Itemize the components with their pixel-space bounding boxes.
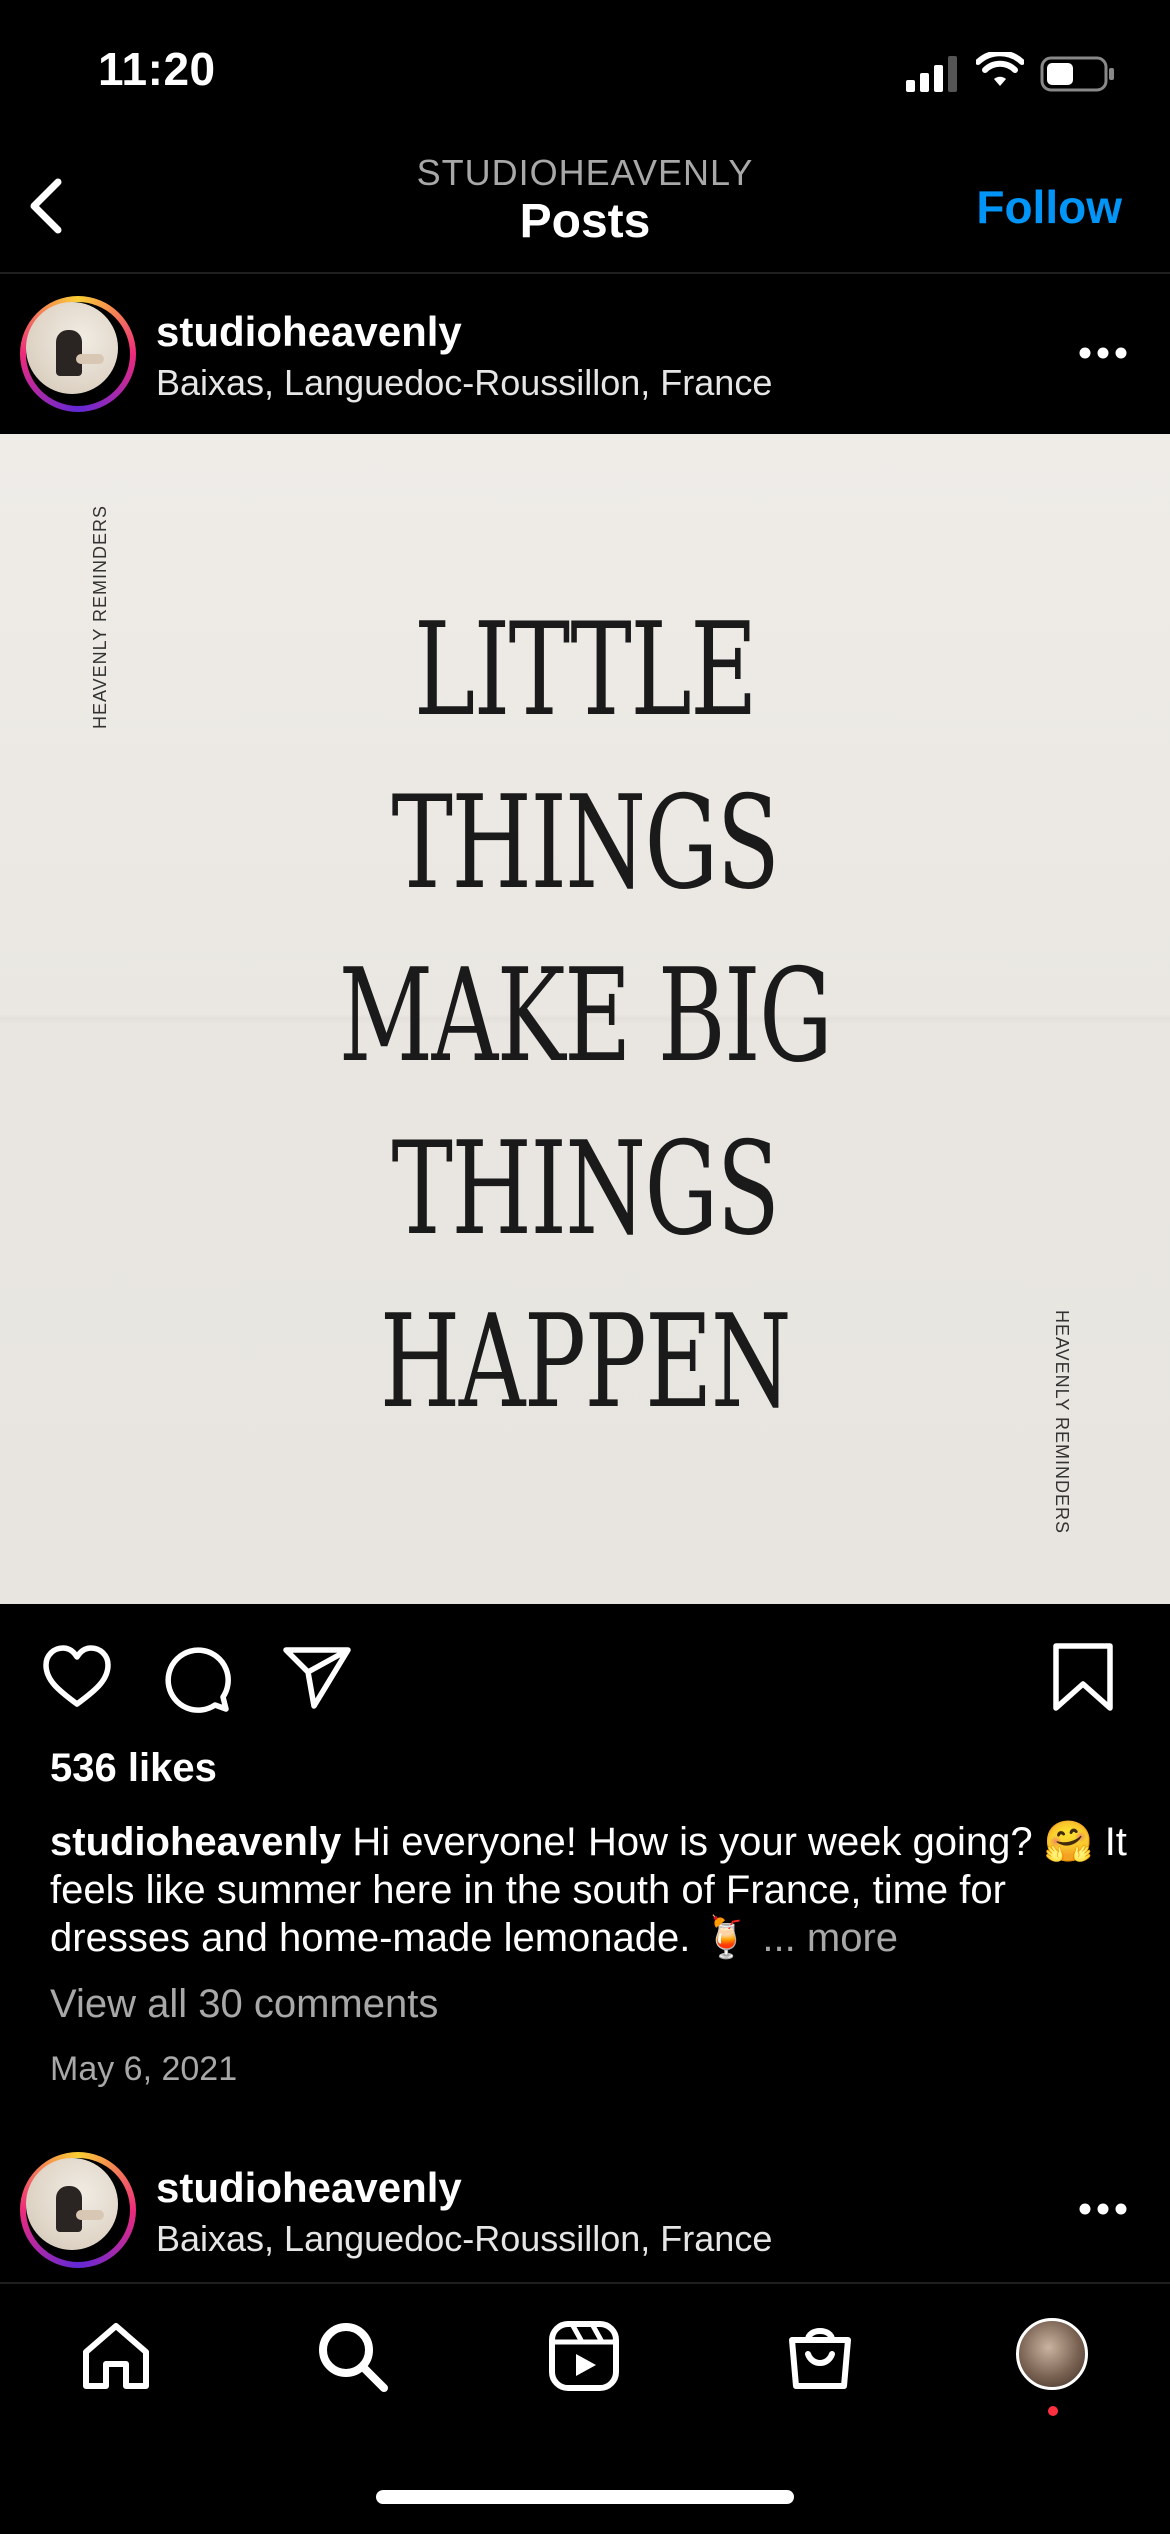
poster-line-3: MAKE BIG (338, 942, 833, 1091)
post-username[interactable]: studioheavenly (156, 308, 462, 356)
more-options-icon[interactable] (1078, 346, 1128, 360)
next-post-username[interactable]: studioheavenly (156, 2164, 462, 2212)
view-comments-link[interactable]: View all 30 comments (50, 1982, 438, 2027)
like-heart-icon[interactable] (40, 1640, 114, 1714)
search-icon[interactable] (314, 2318, 390, 2394)
status-time: 11:20 (98, 43, 216, 95)
side-label-left: HEAVENLY REMINDERS (90, 504, 110, 729)
profile-notification-dot (1048, 2406, 1058, 2416)
follow-button[interactable]: Follow (976, 180, 1122, 234)
likes-count[interactable]: 536 likes (50, 1746, 217, 1791)
post-avatar[interactable] (20, 296, 136, 412)
side-label-right: HEAVENLY REMINDERS (1052, 1310, 1072, 1535)
header-divider (0, 272, 1170, 274)
home-icon[interactable] (78, 2318, 154, 2394)
post-caption: studioheavenly Hi everyone! How is your … (50, 1818, 1130, 1962)
post-image[interactable]: HEAVENLY REMINDERS HEAVENLY REMINDERS LI… (0, 434, 1170, 1604)
caption-username[interactable]: studioheavenly (50, 1820, 341, 1864)
next-post-more-options-icon[interactable] (1078, 2202, 1128, 2216)
next-post-location[interactable]: Baixas, Languedoc-Roussillon, France (156, 2218, 772, 2260)
poster-line-5: HAPPEN (379, 1288, 792, 1437)
shop-icon[interactable] (782, 2318, 858, 2394)
cellular-signal-icon (906, 56, 957, 92)
next-post-avatar[interactable] (20, 2152, 136, 2268)
save-bookmark-icon[interactable] (1046, 1640, 1120, 1714)
caption-more-link[interactable]: ... more (762, 1916, 898, 1960)
poster-line-1: LITTLE (413, 596, 758, 745)
post-location[interactable]: Baixas, Languedoc-Roussillon, France (156, 362, 772, 404)
battery-icon (1040, 56, 1114, 92)
poster-line-2: THINGS (391, 769, 780, 918)
share-send-icon[interactable] (280, 1640, 354, 1714)
poster-line-4: THINGS (391, 1115, 780, 1264)
post-date: May 6, 2021 (50, 2050, 238, 2088)
profile-tab-avatar[interactable] (1016, 2318, 1088, 2390)
home-indicator[interactable] (376, 2490, 794, 2504)
wifi-icon (976, 52, 1024, 86)
comment-icon[interactable] (160, 1642, 234, 1716)
reels-icon[interactable] (546, 2318, 622, 2394)
